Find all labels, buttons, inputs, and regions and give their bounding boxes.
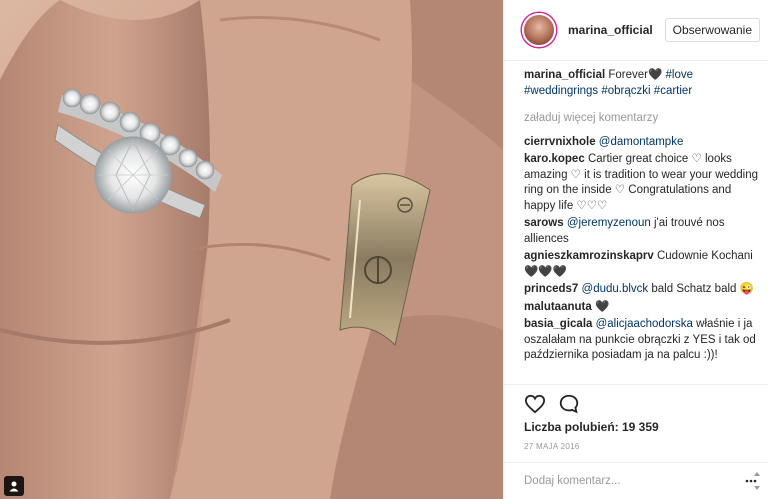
- add-comment-bar: [504, 462, 768, 499]
- comment-username[interactable]: karo.kopec: [524, 153, 585, 165]
- post-side-panel: marina_official Obserwowanie marina_offi…: [503, 0, 768, 499]
- comment-item: princeds7 @dudu.blvck bald Schatz bald 😜: [524, 282, 760, 298]
- comment-item: karo.kopec Cartier great choice ♡ looks …: [524, 152, 760, 214]
- post-header: marina_official Obserwowanie: [504, 0, 768, 61]
- user-tag-icon[interactable]: [4, 476, 24, 496]
- comment-mention[interactable]: @jeremyzenoun: [567, 217, 651, 229]
- comment-item: cierrvnixhole @damontampke: [524, 135, 760, 151]
- caption-text: Forever🖤: [608, 69, 663, 81]
- comment-username[interactable]: agnieszkamrozinskaprv: [524, 250, 654, 262]
- comment-mention[interactable]: @dudu.blvck: [582, 283, 649, 295]
- avatar[interactable]: [522, 13, 556, 47]
- header-username[interactable]: marina_official: [568, 23, 665, 37]
- heart-icon[interactable]: [523, 392, 547, 416]
- comment-mention[interactable]: @alicjaachodorska: [596, 318, 693, 330]
- divider: [504, 384, 768, 385]
- hashtag-obraczki[interactable]: #obrączki: [601, 85, 650, 97]
- post-date[interactable]: 27 MAJA 2016: [524, 442, 580, 451]
- caption: marina_official Forever🖤 #love #weddingr…: [524, 68, 760, 99]
- comment-mention[interactable]: @damontampke: [599, 136, 684, 148]
- scroll-arrows-icon[interactable]: [752, 468, 762, 494]
- comment-username[interactable]: sarows: [524, 217, 564, 229]
- hashtag-cartier[interactable]: #cartier: [654, 85, 692, 97]
- comment-username[interactable]: malutaanuta: [524, 301, 592, 313]
- following-button[interactable]: Obserwowanie: [664, 18, 760, 42]
- comment-text: 🖤: [594, 300, 610, 313]
- add-comment-input[interactable]: [524, 475, 744, 487]
- post-photo[interactable]: [0, 0, 503, 499]
- post-actions: [523, 392, 581, 416]
- hashtag-love[interactable]: #love: [666, 69, 694, 81]
- comment-username[interactable]: basia_gicala: [524, 318, 592, 330]
- comment-item: malutaanuta 🖤: [524, 300, 760, 316]
- comment-username[interactable]: princeds7: [524, 283, 578, 295]
- comment-bubble-icon[interactable]: [557, 392, 581, 416]
- comment-username[interactable]: cierrvnixhole: [524, 136, 596, 148]
- comment-item: sarows @jeremyzenoun j'ai trouvé nos all…: [524, 216, 760, 247]
- load-more-comments-link[interactable]: załaduj więcej komentarzy: [524, 111, 760, 127]
- comment-item: agnieszkamrozinskaprv Cudownie Kochani 🖤…: [524, 249, 760, 280]
- rings-photo-illustration: [0, 0, 503, 499]
- comment-item: basia_gicala @alicjaachodorska właśnie i…: [524, 317, 760, 364]
- caption-username[interactable]: marina_official: [524, 69, 605, 81]
- comment-text: bald Schatz bald 😜: [651, 283, 754, 295]
- hashtag-weddingrings[interactable]: #weddingrings: [524, 85, 598, 97]
- likes-count[interactable]: Liczba polubień: 19 359: [524, 420, 659, 434]
- comments-list[interactable]: marina_official Forever🖤 #love #weddingr…: [524, 68, 760, 384]
